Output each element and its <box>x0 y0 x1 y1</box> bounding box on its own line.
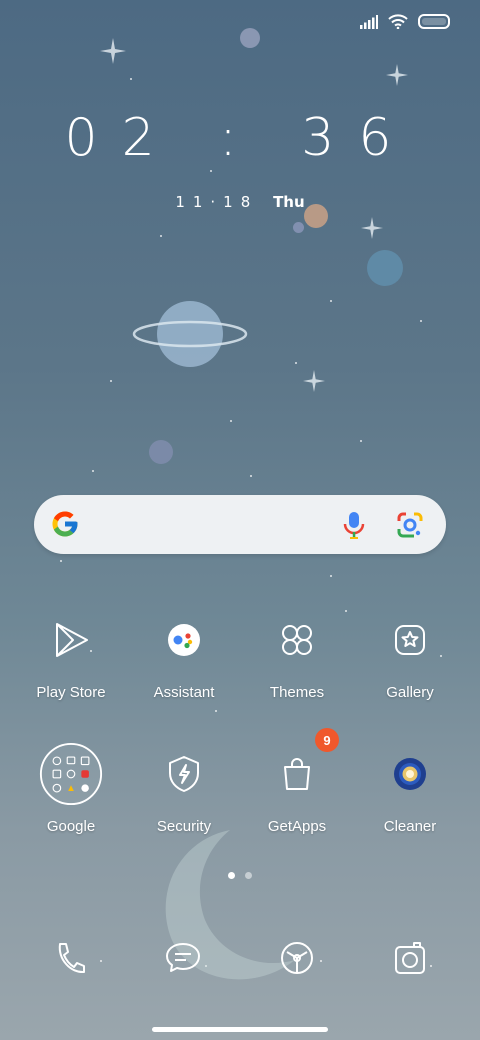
camera-icon <box>395 942 425 974</box>
browser-icon <box>281 942 313 974</box>
cleaner-icon <box>378 742 442 806</box>
google-folder-icon <box>39 742 103 806</box>
signal-bars-icon <box>360 14 378 29</box>
microphone-icon[interactable] <box>342 510 366 540</box>
status-bar <box>360 14 450 29</box>
play-store-icon <box>39 608 103 672</box>
sparkle-icon <box>303 370 325 392</box>
google-lens-icon[interactable] <box>396 511 424 539</box>
saturn-planet <box>132 301 248 367</box>
clock-date: 11·18 Thu <box>0 193 480 211</box>
planet-small-top <box>240 28 260 48</box>
gesture-home-bar[interactable] <box>152 1027 328 1032</box>
app-label: Google <box>46 818 96 835</box>
phone-icon <box>58 943 85 974</box>
app-label: Assistant <box>153 684 215 701</box>
app-gallery[interactable]: Gallery <box>354 608 466 701</box>
app-label: Themes <box>269 684 325 701</box>
planet-blue <box>367 250 403 286</box>
app-getapps[interactable]: 9 GetApps <box>241 728 353 835</box>
security-icon <box>152 742 216 806</box>
weekday-text: Thu <box>273 193 305 211</box>
app-label: GetApps <box>267 818 327 835</box>
sparkle-icon <box>386 64 408 86</box>
app-themes[interactable]: Themes <box>241 608 353 701</box>
app-security[interactable]: Security <box>128 742 240 835</box>
sparkle-icon <box>361 217 383 239</box>
page-dot[interactable] <box>245 872 252 879</box>
battery-icon <box>418 14 450 29</box>
app-label: Security <box>156 818 212 835</box>
page-indicator <box>0 872 480 879</box>
app-cleaner[interactable]: Cleaner <box>354 742 466 835</box>
planet-left <box>149 440 173 464</box>
notification-badge: 9 <box>315 728 339 752</box>
app-label: Cleaner <box>383 818 437 835</box>
sparkle-icon <box>100 38 126 64</box>
gallery-icon <box>378 608 442 672</box>
app-assistant[interactable]: Assistant <box>128 608 240 701</box>
getapps-icon: 9 <box>265 728 339 806</box>
date-text: 11·18 <box>175 193 259 211</box>
messages-icon <box>166 943 200 972</box>
assistant-icon <box>152 608 216 672</box>
page-dot-active[interactable] <box>228 872 235 879</box>
wifi-icon <box>388 14 408 29</box>
google-search-bar[interactable] <box>34 495 446 554</box>
app-label: Gallery <box>386 684 434 701</box>
clock-time[interactable]: 02 : 36 <box>0 108 480 168</box>
google-g-icon <box>52 511 78 537</box>
app-play-store[interactable]: Play Store <box>15 608 127 701</box>
dock-phone[interactable] <box>38 930 102 986</box>
dock-messages[interactable] <box>151 930 215 986</box>
dock-browser[interactable] <box>265 930 329 986</box>
dock-camera[interactable] <box>378 930 442 986</box>
themes-icon <box>265 608 329 672</box>
app-google-folder[interactable]: Google <box>15 742 127 835</box>
planet-tiny <box>293 222 304 233</box>
app-label: Play Store <box>36 684 106 701</box>
